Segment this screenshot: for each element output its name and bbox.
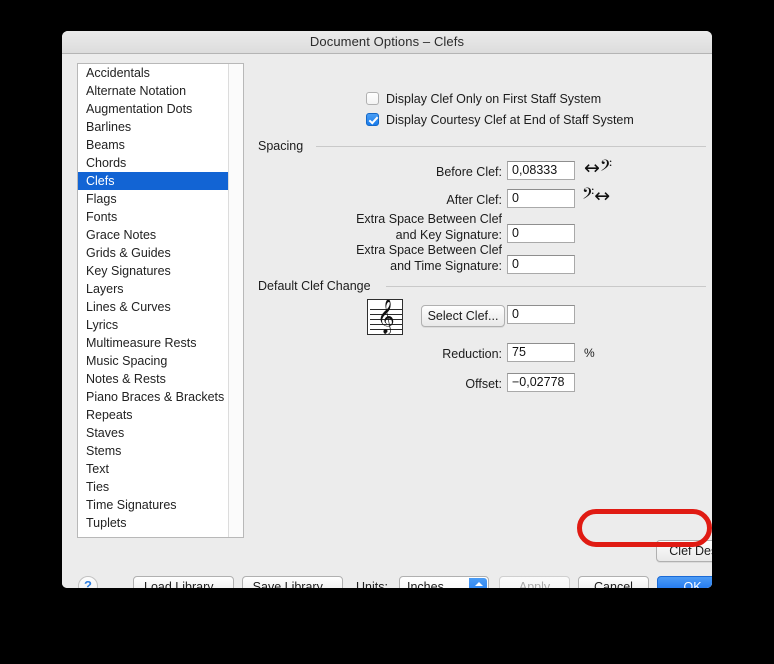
extra-space-key-signature-label-line1: Extra Space Between Clef: [312, 212, 502, 226]
select-clef-value-input[interactable]: 0: [507, 305, 575, 324]
sidebar-item-flags[interactable]: Flags: [78, 190, 228, 208]
apply-button[interactable]: Apply: [499, 576, 570, 588]
clef-preview-box: 𝄞: [367, 299, 403, 335]
checkbox-display-courtesy-clef-row[interactable]: Display Courtesy Clef at End of Staff Sy…: [366, 113, 634, 127]
category-list[interactable]: AccidentalsAlternate NotationAugmentatio…: [78, 64, 228, 537]
sidebar-item-fonts[interactable]: Fonts: [78, 208, 228, 226]
before-clef-input[interactable]: 0,08333: [507, 161, 575, 180]
dialog-titlebar[interactable]: Document Options – Clefs: [62, 31, 712, 54]
sidebar-item-stems[interactable]: Stems: [78, 442, 228, 460]
checkbox-display-courtesy-clef[interactable]: [366, 113, 379, 126]
treble-clef-icon: 𝄞: [377, 299, 395, 335]
checkbox-display-courtesy-clef-label: Display Courtesy Clef at End of Staff Sy…: [386, 113, 634, 127]
sidebar-item-multimeasure-rests[interactable]: Multimeasure Rests: [78, 334, 228, 352]
units-select-value: Inches: [407, 580, 444, 588]
options-pane: Display Clef Only on First Staff System …: [252, 55, 712, 588]
reduction-label: Reduction:: [332, 347, 502, 361]
checkbox-display-clef-first-staff[interactable]: [366, 92, 379, 105]
sidebar-item-clefs[interactable]: Clefs: [78, 172, 236, 190]
default-clef-change-group-label: Default Clef Change: [258, 279, 377, 293]
sidebar-item-tuplets[interactable]: Tuplets: [78, 514, 228, 532]
sidebar-item-notes-rests[interactable]: Notes & Rests: [78, 370, 228, 388]
load-library-button[interactable]: Load Library...: [133, 576, 234, 588]
list-scrollbar[interactable]: [228, 64, 243, 537]
document-options-dialog: Document Options – Clefs AccidentalsAlte…: [62, 31, 712, 588]
save-library-button[interactable]: Save Library...: [242, 576, 343, 588]
offset-label: Offset:: [332, 377, 502, 391]
dialog-body: AccidentalsAlternate NotationAugmentatio…: [62, 55, 712, 588]
ok-button[interactable]: OK: [657, 576, 712, 588]
sidebar-item-key-signatures[interactable]: Key Signatures: [78, 262, 228, 280]
reduction-unit-label: %: [584, 346, 595, 360]
sidebar-item-music-spacing[interactable]: Music Spacing: [78, 352, 228, 370]
sidebar-item-augmentation-dots[interactable]: Augmentation Dots: [78, 100, 228, 118]
sidebar-item-text[interactable]: Text: [78, 460, 228, 478]
after-clef-bass-clef-icon: 𝄢↔: [582, 187, 610, 206]
sidebar-item-ties[interactable]: Ties: [78, 478, 228, 496]
cancel-button[interactable]: Cancel: [578, 576, 649, 588]
sidebar-item-grace-notes[interactable]: Grace Notes: [78, 226, 228, 244]
sidebar-item-staves[interactable]: Staves: [78, 424, 228, 442]
reduction-input[interactable]: 75: [507, 343, 575, 362]
extra-space-time-signature-input[interactable]: 0: [507, 255, 575, 274]
sidebar-item-repeats[interactable]: Repeats: [78, 406, 228, 424]
sidebar-item-lines-curves[interactable]: Lines & Curves: [78, 298, 228, 316]
offset-input[interactable]: −0,02778: [507, 373, 575, 392]
spacing-group-rule: [316, 146, 706, 147]
sidebar-item-lyrics[interactable]: Lyrics: [78, 316, 228, 334]
chevron-updown-icon[interactable]: [469, 578, 487, 588]
sidebar-item-chords[interactable]: Chords: [78, 154, 228, 172]
sidebar-item-piano-braces-brackets[interactable]: Piano Braces & Brackets: [78, 388, 228, 406]
clef-designer-button[interactable]: Clef Designer...: [656, 540, 712, 562]
sidebar-item-layers[interactable]: Layers: [78, 280, 228, 298]
sidebar-item-beams[interactable]: Beams: [78, 136, 228, 154]
extra-space-time-signature-label-line2: and Time Signature:: [312, 259, 502, 273]
units-select[interactable]: Inches: [399, 576, 489, 588]
extra-space-key-signature-label-line2: and Key Signature:: [312, 228, 502, 242]
screen-root: Document Options – Clefs AccidentalsAlte…: [0, 0, 774, 664]
checkbox-display-clef-first-staff-label: Display Clef Only on First Staff System: [386, 92, 601, 106]
sidebar-item-barlines[interactable]: Barlines: [78, 118, 228, 136]
extra-space-time-signature-label-line1: Extra Space Between Clef: [312, 243, 502, 257]
sidebar-item-time-signatures[interactable]: Time Signatures: [78, 496, 228, 514]
sidebar-item-alternate-notation[interactable]: Alternate Notation: [78, 82, 228, 100]
dialog-title: Document Options – Clefs: [62, 34, 712, 49]
after-clef-input[interactable]: 0: [507, 189, 575, 208]
category-listbox[interactable]: AccidentalsAlternate NotationAugmentatio…: [77, 63, 244, 538]
help-button[interactable]: ?: [78, 576, 98, 588]
sidebar-item-grids-guides[interactable]: Grids & Guides: [78, 244, 228, 262]
before-clef-label: Before Clef:: [332, 165, 502, 179]
checkbox-display-clef-first-staff-row[interactable]: Display Clef Only on First Staff System: [366, 92, 601, 106]
extra-space-key-signature-input[interactable]: 0: [507, 224, 575, 243]
select-clef-button[interactable]: Select Clef...: [421, 305, 505, 327]
default-clef-change-group-rule: [386, 286, 706, 287]
units-label: Units:: [356, 580, 388, 588]
sidebar-item-accidentals[interactable]: Accidentals: [78, 64, 228, 82]
before-clef-bass-clef-icon: ↔𝄢: [584, 159, 612, 178]
after-clef-label: After Clef:: [332, 193, 502, 207]
spacing-group-label: Spacing: [258, 139, 309, 153]
